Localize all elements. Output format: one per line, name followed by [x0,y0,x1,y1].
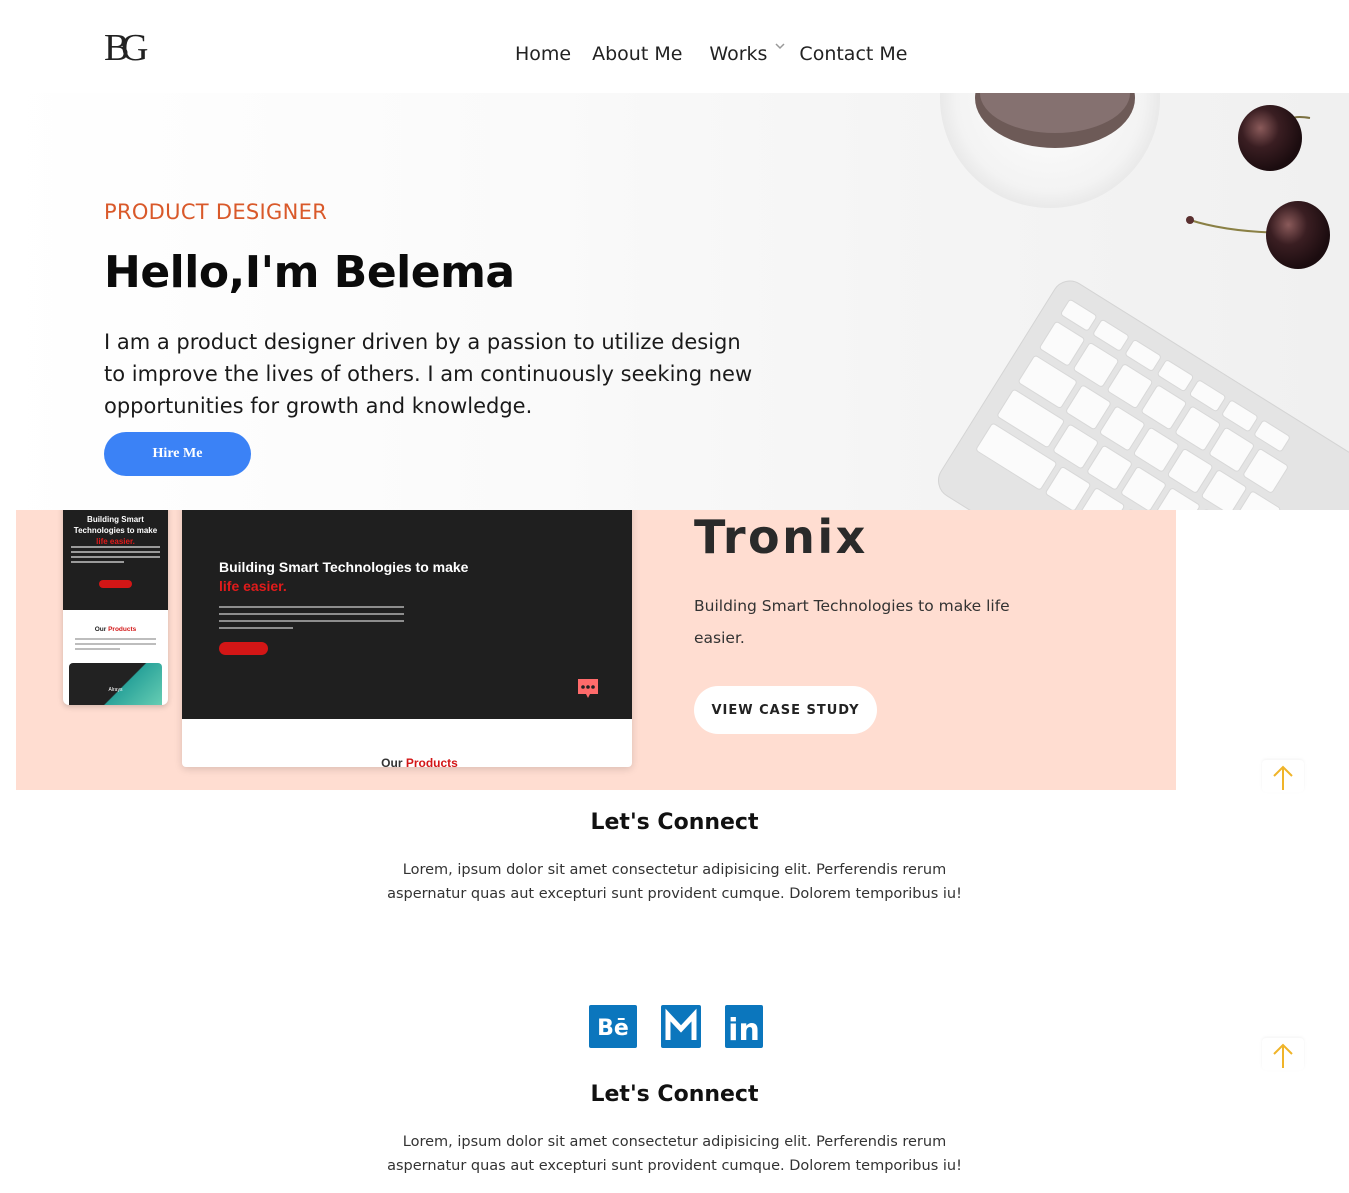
nav-works[interactable]: Works [709,43,799,65]
desktop-products: Products [405,756,458,767]
hero-title: Hello,I'm Belema [104,247,515,298]
mobile-products-lines [75,638,156,653]
logo[interactable]: B G [104,28,148,64]
mobile-heading: Building Smart Technologies to make life… [67,514,164,547]
connect-title-2: Let's Connect [590,1082,759,1107]
scroll-to-top-button[interactable] [1262,760,1304,792]
mobile-heading-text: Building Smart Technologies to make [73,515,158,535]
project-description: Building Smart Technologies to make life… [694,597,1010,647]
desktop-heading-text: Building Smart Technologies to make [219,559,469,575]
hire-me-button[interactable]: Hire Me [104,432,251,476]
connect-title: Let's Connect [590,810,759,835]
mobile-our: Our [94,626,109,633]
project-title: Tronix [694,510,868,564]
mobile-learn-more [99,580,132,588]
chat-icon [578,679,598,698]
connect-text-2: Lorem, ipsum dolor sit amet consectetur … [387,1134,962,1174]
hero-intro: I am a product designer driven by a pass… [104,330,753,418]
connect-text: Lorem, ipsum dolor sit amet consectetur … [387,862,962,902]
desktop-heading: Building Smart Technologies to make life… [219,558,479,596]
svg-text:in: in [728,1013,760,1048]
gmail-icon[interactable] [661,1005,701,1048]
svg-text:G: G [121,28,148,64]
linkedin-icon[interactable]: in [725,1005,763,1048]
mobile-body-lines [71,546,160,570]
mobile-heading-highlight: life easier. [96,537,135,546]
desktop-mockup: Building Smart Technologies to make life… [182,510,632,767]
desktop-body-lines [219,606,404,634]
desktop-our: Our [381,756,406,767]
behance-icon[interactable]: Bē [589,1005,637,1048]
mobile-products: Products [108,626,137,633]
arrow-up-icon [1273,765,1293,790]
scroll-to-top-button-2[interactable] [1262,1038,1304,1070]
nav-about[interactable]: About Me [592,43,682,65]
main-nav: Home About Me Works Contact Me [515,43,928,65]
mobile-products-heading: Our Products [63,626,168,633]
desktop-learn-more [219,642,268,655]
project-card-tronix: Building Smart Technologies to make life… [16,510,1176,790]
hero-role: PRODUCT DESIGNER [104,200,328,224]
social-links: Bē in [589,1005,787,1048]
view-case-study-button[interactable]: VIEW CASE STUDY [694,686,877,734]
nav-works-label: Works [709,43,768,65]
desktop-heading-highlight: life easier. [219,578,287,594]
nav-home[interactable]: Home [515,43,571,65]
arrow-up-icon [1273,1043,1293,1068]
mobile-product-card: Alrays [69,663,162,705]
chevron-down-icon [775,43,785,50]
svg-text:Bē: Bē [597,1016,629,1041]
nav-contact[interactable]: Contact Me [799,43,907,65]
mobile-card-label: Alrays [108,687,123,693]
desktop-products-heading: Our Products [182,756,632,767]
mobile-mockup: Building Smart Technologies to make life… [63,510,168,705]
